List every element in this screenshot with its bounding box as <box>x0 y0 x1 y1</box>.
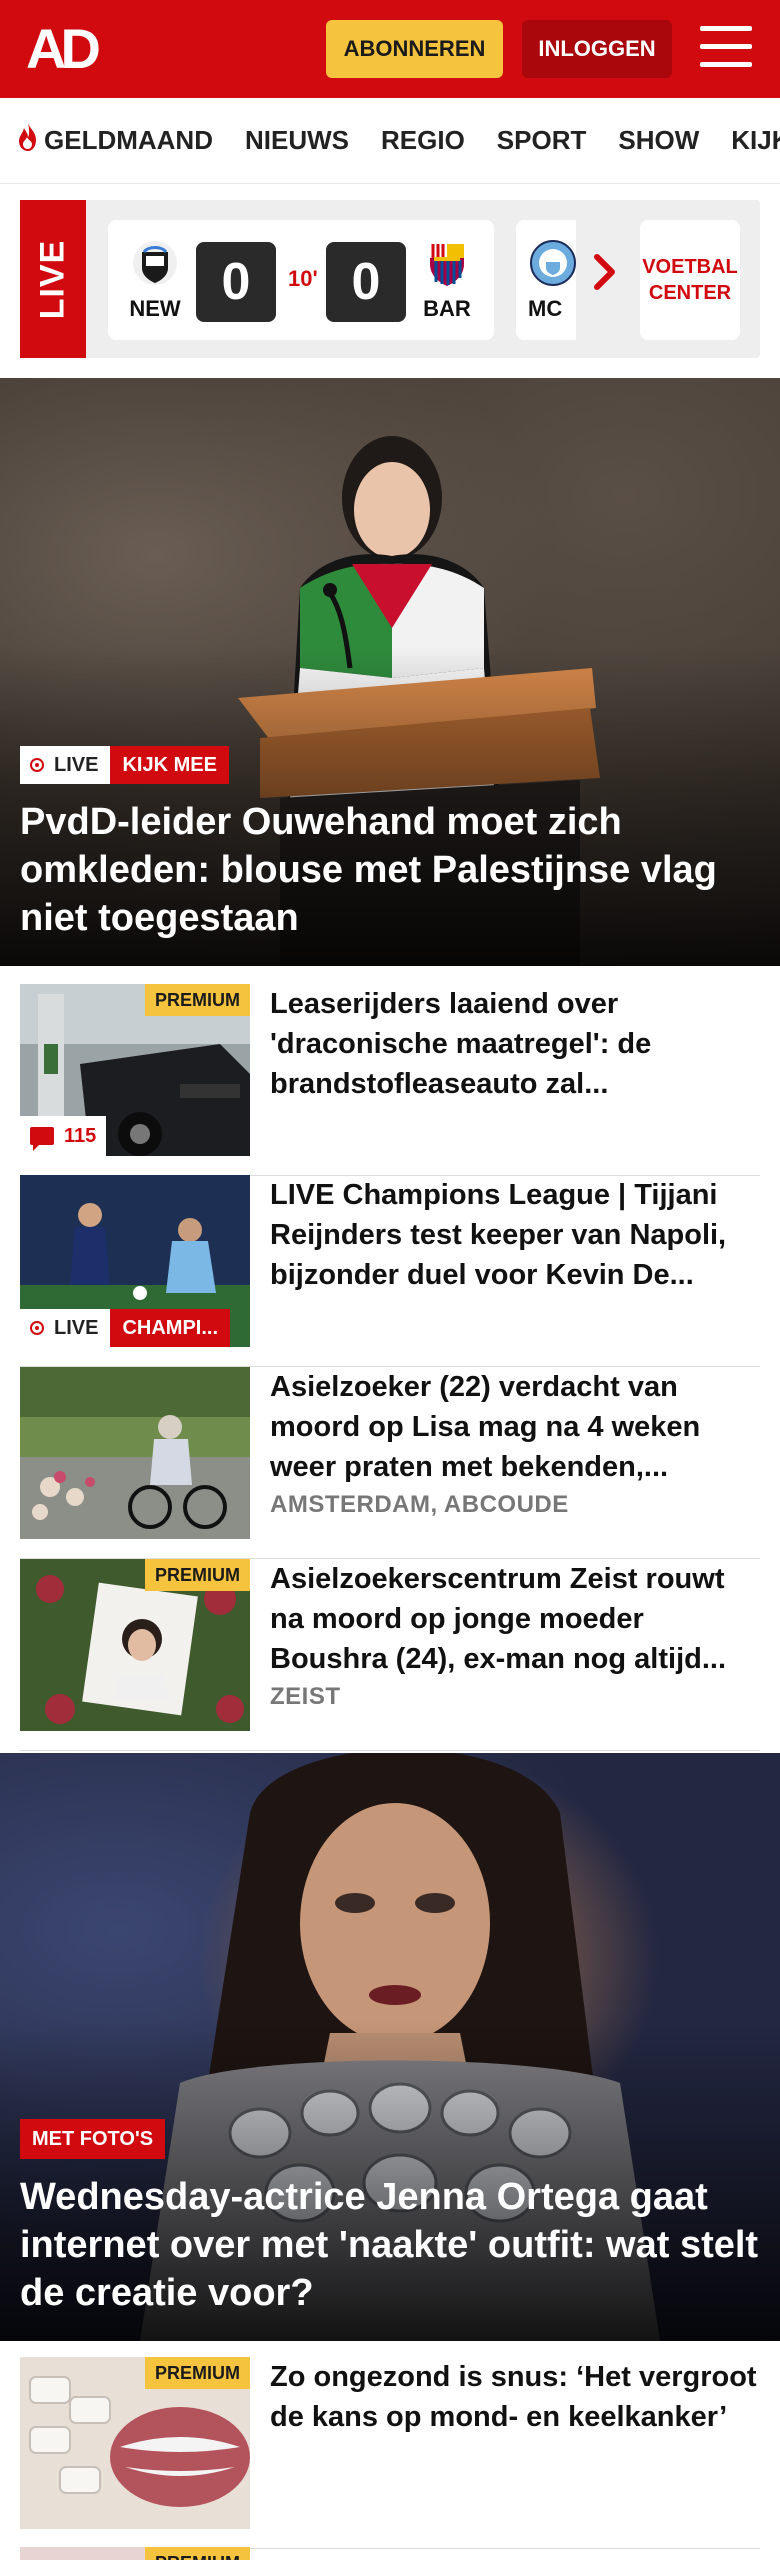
kijk-mee-badge[interactable]: KIJK MEE <box>110 746 229 784</box>
article-thumbnail: LIVE CHAMPI... <box>20 1175 250 1347</box>
hero-article[interactable]: LIVE KIJK MEE PvdD-leider Ouwehand moet … <box>0 378 780 966</box>
nav-item-regio[interactable]: REGIO <box>381 125 465 156</box>
hero-badges: LIVE KIJK MEE <box>20 746 229 784</box>
article-title[interactable]: Leaserijders laaiend over 'draconische m… <box>270 984 760 1104</box>
premium-badge: PREMIUM <box>145 1559 250 1591</box>
match-minute: 10' <box>288 266 318 291</box>
nav-label: GELDMAAND <box>44 125 213 155</box>
live-badge-label: LIVE <box>54 753 99 776</box>
live-record-icon <box>30 758 44 772</box>
flame-icon <box>16 122 40 160</box>
nav-item-kijk[interactable]: KIJK <box>731 125 780 156</box>
category-badge: CHAMPI... <box>110 1309 231 1347</box>
article-thumbnail <box>20 1367 250 1539</box>
hero-title[interactable]: PvdD-leider Ouwehand moet zich omkleden:… <box>20 798 760 942</box>
live-badge: LIVE <box>20 1309 111 1347</box>
nav-item-show[interactable]: SHOW <box>618 125 699 156</box>
newcastle-crest-icon <box>130 238 180 288</box>
nav-item-sport[interactable]: SPORT <box>497 125 587 156</box>
home-team-name: NEW <box>129 296 181 321</box>
subscribe-button[interactable]: ABONNEREN <box>326 20 503 78</box>
article-thumbnail: PREMIUM <box>20 1559 250 1731</box>
login-button[interactable]: INLOGGEN <box>522 20 672 78</box>
article-thumbnail: PREMIUM 115 <box>20 984 250 1156</box>
home-score: 0 <box>196 242 276 322</box>
away-team: BAR <box>414 238 480 322</box>
thumb-badges: LIVE CHAMPI... <box>20 1309 231 1347</box>
live-record-icon <box>30 1321 44 1335</box>
voetbal-center-line1: VOETBAL <box>642 256 738 278</box>
next-match-card[interactable]: MC <box>516 220 576 340</box>
list-item[interactable]: LIVE CHAMPI... LIVE Champions League | T… <box>20 1175 760 1367</box>
man-city-crest-icon <box>528 238 576 288</box>
ad-logo[interactable]: AD <box>26 21 116 77</box>
top-header: AD ABONNEREN INLOGGEN <box>0 0 780 98</box>
article-location: AMSTERDAM, ABCOUDE <box>270 1491 569 1518</box>
main-nav: GELDMAAND NIEUWS REGIO SPORT SHOW KIJK <box>0 98 780 184</box>
live-tag: LIVE <box>20 200 86 358</box>
premium-badge: PREMIUM <box>145 2547 250 2560</box>
match-card[interactable]: NEW 0 10' 0 BAR <box>108 220 494 340</box>
menu-icon[interactable] <box>700 26 752 72</box>
live-badge: LIVE <box>20 746 111 784</box>
article-title[interactable]: Asielzoeker (22) verdacht van moord op L… <box>270 1367 760 1487</box>
voetbal-center-line2: CENTER <box>648 282 732 304</box>
met-fotos-badge: MET FOTO'S <box>20 2119 166 2159</box>
article-thumbnail: PREMIUM <box>20 2357 250 2529</box>
voetbal-center-button[interactable]: VOETBAL CENTER <box>640 220 740 340</box>
away-team-name: BAR <box>423 296 471 321</box>
list-item[interactable]: PREMIUM Zo ongezond is snus: ‘Het vergro… <box>20 2357 760 2549</box>
chevron-right-icon[interactable] <box>592 252 618 303</box>
live-badge-label: LIVE <box>54 1316 99 1339</box>
next-team-name: MC <box>528 296 563 321</box>
list-item[interactable]: Asielzoeker (22) verdacht van moord op L… <box>20 1367 760 1559</box>
nav-item-nieuws[interactable]: NIEUWS <box>245 125 349 156</box>
home-team: NEW <box>122 238 188 322</box>
hero-article-2[interactable]: MET FOTO'S Wednesday-actrice Jenna Orteg… <box>0 1753 780 2341</box>
article-title[interactable]: Zo ongezond is snus: ‘Het vergroot de ka… <box>270 2357 760 2437</box>
list-item[interactable]: PREMIUM 115 Leaserijders laaiend over 'd… <box>20 984 760 1176</box>
comment-icon <box>30 1127 54 1151</box>
list-item[interactable]: PREMIUM Asielzoekerscentrum Zeist rouwt … <box>20 1559 760 1751</box>
premium-badge: PREMIUM <box>145 984 250 1016</box>
hero-title-2[interactable]: Wednesday-actrice Jenna Ortega gaat inte… <box>20 2173 760 2317</box>
article-title[interactable]: Asielzoekerscentrum Zeist rouwt na moord… <box>270 1559 760 1679</box>
next-team: MC <box>528 238 576 322</box>
away-score: 0 <box>326 242 406 322</box>
list-item[interactable]: PREMIUM <box>20 2547 760 2560</box>
article-location: ZEIST <box>270 1683 341 1710</box>
premium-badge: PREMIUM <box>145 2357 250 2389</box>
comment-count: 115 <box>64 1124 97 1147</box>
live-scores-bar: LIVE NEW 0 10' 0 BAR MC VOETBAL CENTER <box>0 184 780 378</box>
article-thumbnail: PREMIUM <box>20 2547 250 2560</box>
nav-item-geldmaand[interactable]: GELDMAAND <box>16 122 213 160</box>
article-title[interactable]: LIVE Champions League | Tijjani Reijnder… <box>270 1175 760 1295</box>
comments-badge[interactable]: 115 <box>20 1116 107 1156</box>
live-scores-strip: LIVE NEW 0 10' 0 BAR MC VOETBAL CENTER <box>20 200 760 358</box>
barcelona-crest-icon <box>422 238 472 288</box>
